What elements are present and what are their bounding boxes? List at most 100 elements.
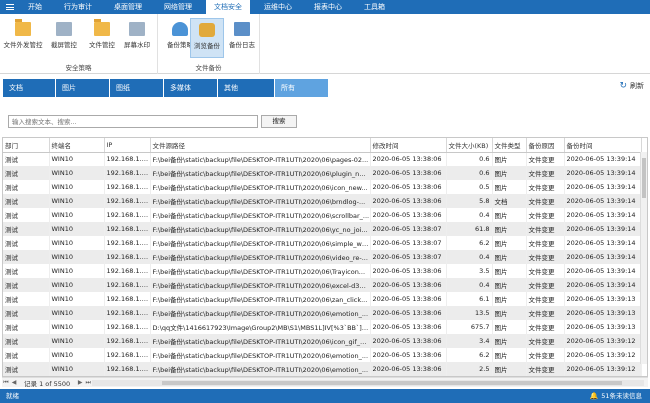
table-row[interactable]: 测试 WIN10 192.168.1.132 F:\bei备份\static\back… xyxy=(3,292,642,306)
file-control-button[interactable]: 文件管控 xyxy=(82,18,122,58)
horizontal-scrollbar[interactable] xyxy=(92,379,644,386)
table-cell: 2020-06-05 13:38:06 xyxy=(370,348,447,362)
table-cell: 测试 xyxy=(3,306,50,320)
first-page-icon[interactable]: ⏮ xyxy=(2,379,10,387)
last-page-icon[interactable]: ⏭ xyxy=(84,379,92,387)
table-cell: 文件变更 xyxy=(526,236,565,250)
table-row[interactable]: 测试 WIN10 192.168.1.132 F:\bei备份\static\back… xyxy=(3,348,642,362)
table-cell: 文件变更 xyxy=(526,180,565,194)
table-cell: 2020-06-05 13:38:07 xyxy=(370,222,447,236)
table-cell: 192.168.1.132 xyxy=(104,236,151,250)
table-row[interactable]: 测试 WIN10 192.168.1.132 F:\bei备份\static\back… xyxy=(3,236,642,250)
table-cell: WIN10 xyxy=(49,194,105,208)
menu-item-document-security[interactable]: 文档安全 xyxy=(206,0,250,14)
column-header[interactable]: 终端名 xyxy=(49,138,105,153)
tab-drawing[interactable]: 图纸 xyxy=(110,79,163,97)
table-cell: 6.1 xyxy=(446,292,493,306)
backup-log-button[interactable]: 备份日志 xyxy=(224,18,260,58)
tab-all[interactable]: 所有 xyxy=(275,79,328,97)
table-row[interactable]: 测试 WIN10 192.168.1.132 F:\bei备份\static\back… xyxy=(3,222,642,236)
browse-backup-label: 浏览备份 xyxy=(194,42,220,50)
search-input[interactable] xyxy=(8,115,258,128)
table-cell: 图片 xyxy=(492,264,527,278)
table-row[interactable]: 测试 WIN10 192.168.1.132 F:\bei备份\static\back… xyxy=(3,180,642,194)
table-row[interactable]: 测试 WIN10 192.168.1.132 F:\bei备份\static\back… xyxy=(3,250,642,264)
table-row[interactable]: 测试 WIN10 192.168.1.132 D:\qq文件\1416617923\I… xyxy=(3,320,642,334)
table-cell: WIN10 xyxy=(49,362,105,376)
menu-item-toolbox[interactable]: 工具箱 xyxy=(356,0,393,14)
app-menu-button[interactable] xyxy=(0,0,20,14)
table-row[interactable]: 测试 WIN10 192.168.1.132 F:\bei备份\static\back… xyxy=(3,208,642,222)
column-header[interactable]: 备份时间 xyxy=(564,138,642,153)
column-header[interactable]: 文件类型 xyxy=(492,138,527,153)
menu-item-desktop-management[interactable]: 桌面管理 xyxy=(106,0,150,14)
column-header[interactable]: 修改时间 xyxy=(370,138,447,153)
table-cell: 测试 xyxy=(3,334,50,348)
table-cell: 图片 xyxy=(492,180,527,194)
menu-item-ops-center[interactable]: 运维中心 xyxy=(256,0,300,14)
table-cell: 2020-06-05 13:39:14 xyxy=(564,250,642,264)
table-cell: 测试 xyxy=(3,222,50,236)
screen-watermark-button[interactable]: 屏幕水印 xyxy=(117,18,157,58)
table-row[interactable]: 测试 WIN10 192.168.1.132 F:\bei备份\static\back… xyxy=(3,306,642,320)
column-header[interactable]: IP xyxy=(104,138,151,153)
table-header-row: 部门 终端名 IP 文件源路径 修改时间 文件大小(KB) 文件类型 备份原因 备份时间 xyxy=(3,138,642,153)
tab-other[interactable]: 其他 xyxy=(218,79,274,97)
table-cell: 3.4 xyxy=(446,334,493,348)
column-header[interactable]: 备份原因 xyxy=(526,138,565,153)
folder-send-icon xyxy=(15,19,31,36)
table-cell: 2020-06-05 13:39:14 xyxy=(564,194,642,208)
column-header[interactable]: 文件大小(KB) xyxy=(446,138,493,153)
table-row[interactable]: 测试 WIN10 192.168.1.132 F:\bei备份\static\back… xyxy=(3,278,642,292)
menu-item-start[interactable]: 开始 xyxy=(20,0,50,14)
table-cell: 192.168.1.132 xyxy=(104,152,151,166)
browse-backup-button[interactable]: 浏览备份 xyxy=(190,18,224,58)
screenshot-control-button[interactable]: 截屏管控 xyxy=(44,18,84,58)
table-cell: 192.168.1.132 xyxy=(104,362,151,376)
table-cell: 测试 xyxy=(3,194,50,208)
watermark-icon xyxy=(129,22,145,36)
scrollbar-thumb[interactable] xyxy=(642,158,646,198)
table-cell: 2020-06-05 13:39:14 xyxy=(564,152,642,166)
table-cell: 0.6 xyxy=(446,152,493,166)
screenshot-icon xyxy=(56,22,72,36)
table-row[interactable]: 测试 WIN10 192.168.1.132 F:\bei备份\static\back… xyxy=(3,152,642,166)
hscroll-thumb[interactable] xyxy=(162,380,623,385)
file-outgoing-control-button[interactable]: 文件外发管控 xyxy=(3,18,43,58)
table-cell: 图片 xyxy=(492,362,527,376)
unread-messages[interactable]: 🔔 51条未读信息 xyxy=(590,389,643,403)
table-cell: F:\bei备份\static\backup\file\DESKTOP-ITR1… xyxy=(150,180,371,194)
table-cell: 文件变更 xyxy=(526,320,565,334)
next-page-icon[interactable]: ▶ xyxy=(76,379,84,386)
menu-item-report-center[interactable]: 报表中心 xyxy=(306,0,350,14)
table-cell: 测试 xyxy=(3,292,50,306)
table-row[interactable]: 测试 WIN10 192.168.1.132 F:\bei备份\static\back… xyxy=(3,362,642,376)
search-button[interactable]: 搜索 xyxy=(261,115,297,128)
column-header[interactable]: 部门 xyxy=(3,138,50,153)
tab-image[interactable]: 图片 xyxy=(56,79,109,97)
tab-document[interactable]: 文档 xyxy=(3,79,55,97)
file-control-label: 文件管控 xyxy=(89,41,115,49)
tab-multimedia[interactable]: 多媒体 xyxy=(164,79,217,97)
table-row[interactable]: 测试 WIN10 192.168.1.132 F:\bei备份\static\back… xyxy=(3,194,642,208)
refresh-button[interactable]: ↻ 刷新 xyxy=(619,81,644,91)
table-cell: 图片 xyxy=(492,166,527,180)
table-cell: WIN10 xyxy=(49,152,105,166)
table-row[interactable]: 测试 WIN10 192.168.1.132 F:\bei备份\static\back… xyxy=(3,334,642,348)
table-cell: 192.168.1.132 xyxy=(104,278,151,292)
table-cell: 192.168.1.132 xyxy=(104,180,151,194)
table-cell: 测试 xyxy=(3,320,50,334)
vertical-scrollbar[interactable] xyxy=(640,152,647,364)
prev-page-icon[interactable]: ◀ xyxy=(10,379,18,386)
table-cell: WIN10 xyxy=(49,348,105,362)
table-cell: 2020-06-05 13:39:12 xyxy=(564,348,642,362)
table-row[interactable]: 测试 WIN10 192.168.1.132 F:\bei备份\static\back… xyxy=(3,166,642,180)
column-header[interactable]: 文件源路径 xyxy=(150,138,371,153)
table-cell: 图片 xyxy=(492,334,527,348)
menu-item-behavior-audit[interactable]: 行为审计 xyxy=(56,0,100,14)
table-cell: 2020-06-05 13:38:06 xyxy=(370,194,447,208)
table-row[interactable]: 测试 WIN10 192.168.1.132 F:\bei备份\static\back… xyxy=(3,264,642,278)
table-cell: WIN10 xyxy=(49,264,105,278)
menu-item-network-management[interactable]: 网络管理 xyxy=(156,0,200,14)
screen-watermark-label: 屏幕水印 xyxy=(124,41,150,49)
